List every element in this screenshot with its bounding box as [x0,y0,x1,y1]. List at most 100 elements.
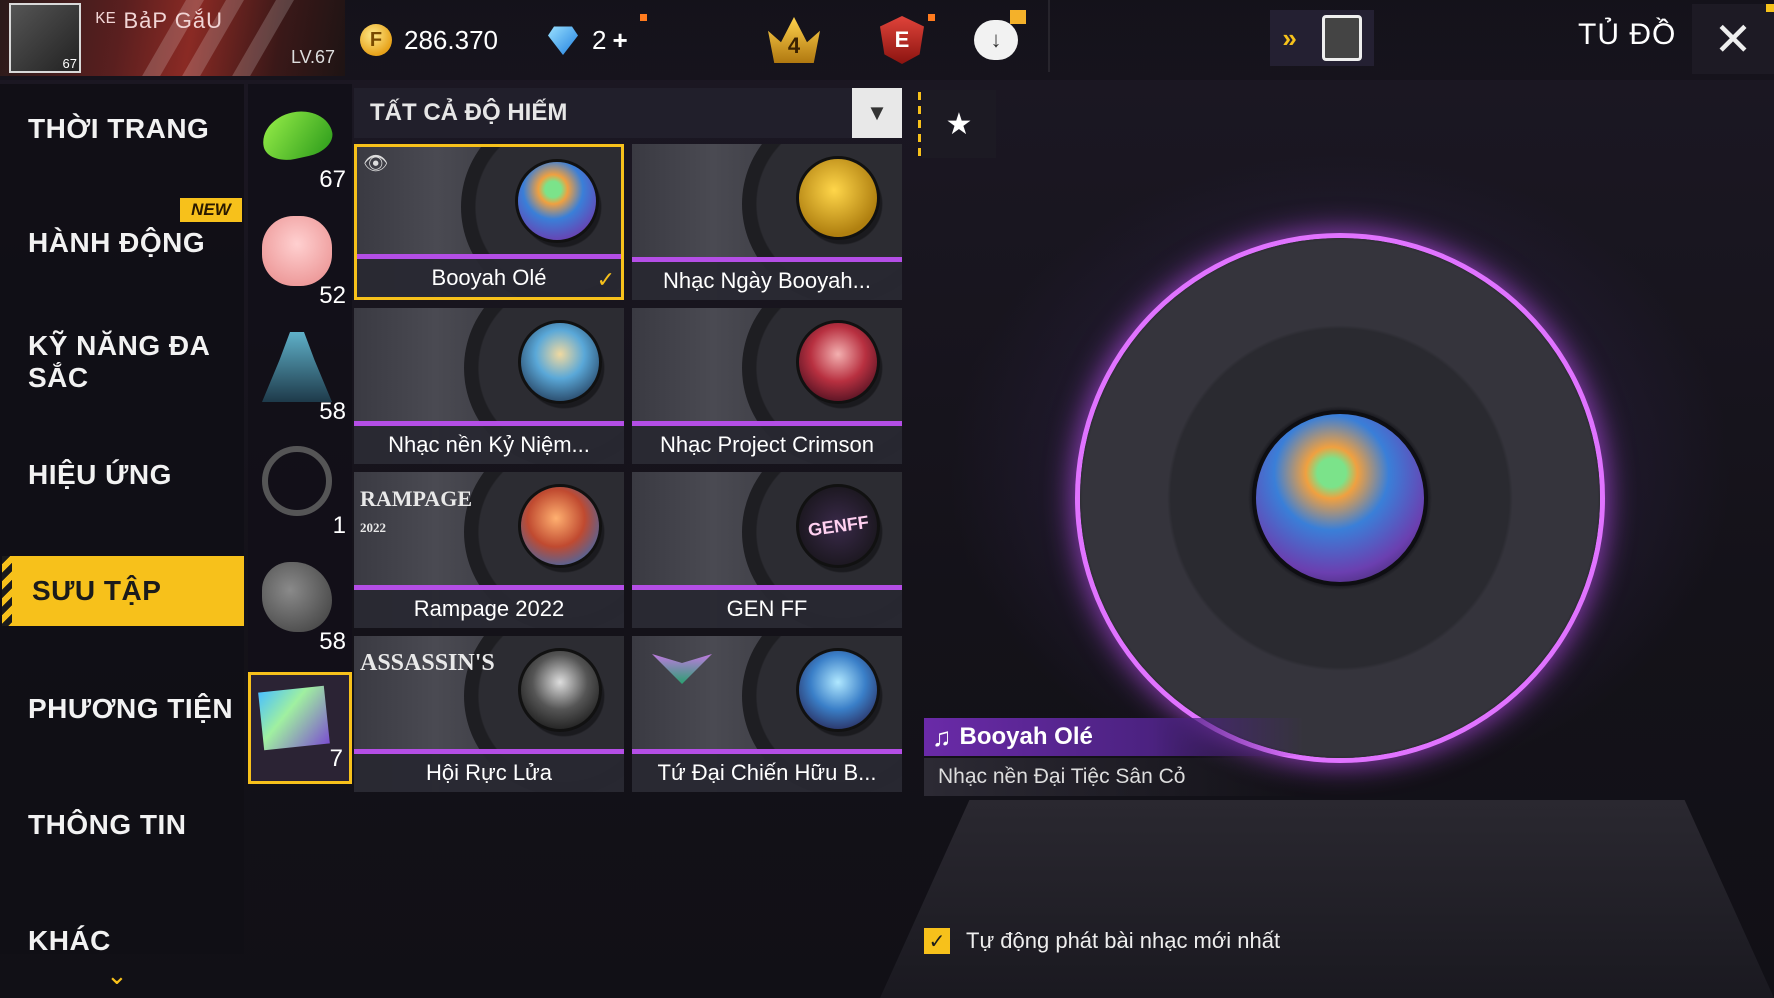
subcategory-item[interactable]: 52 [248,206,352,318]
chevron-down-icon[interactable]: ⌄ [106,960,128,991]
rarity-filter[interactable]: TẤT CẢ ĐỘ HIẾM [354,88,902,138]
divider [1048,0,1050,72]
gold-coin-icon: F [360,24,392,56]
crown-icon: 4 [768,17,820,63]
chevron-down-icon: ▼ [866,100,888,125]
diamond-icon [548,26,578,55]
add-diamond-button[interactable]: + [612,25,627,56]
weapon-ban-icon [262,446,332,516]
autoplay-option[interactable]: ✓ Tự động phát bài nhạc mới nhất [924,928,1280,954]
gold-balance[interactable]: F 286.370 [360,20,498,60]
castle-icon [262,332,332,402]
elite-shield-icon: E [880,16,924,64]
rock-icon [262,562,332,632]
album-cover [796,320,880,404]
pig-pet-icon [262,216,332,286]
music-title: Nhạc Ngày Booyah... [632,262,902,300]
avatar[interactable]: 67 [9,3,81,73]
music-tile[interactable]: Nhạc Ngày Booyah... [632,144,902,300]
menu-item-label: PHƯƠNG TIỆN [28,693,234,724]
subcategory-item[interactable]: 67 [248,90,352,202]
selected-music-info: ♫ Booyah Olé Nhạc nền Đại Tiệc Sân Cỏ [924,718,1304,796]
music-disc-icon [258,685,330,751]
subcategory-count: 58 [319,628,346,655]
music-tile[interactable]: RAMPAGE 2022 Rampage 2022 [354,472,624,628]
album-cover: GENFF [796,484,880,568]
player-card[interactable]: 67 ᴷᴱ BảP GắU LV.67 [0,0,345,76]
album-cover [796,156,880,240]
gift-icon [1010,10,1026,24]
rarity-filter-label: TẤT CẢ ĐỘ HIẾM [370,99,568,126]
music-title: GEN FF [632,590,902,628]
menu-item-label: KHÁC [28,925,111,956]
rampage-logo: RAMPAGE 2022 [360,486,472,538]
close-button[interactable]: ✕ [1692,4,1774,74]
top-bar: 67 ᴷᴱ BảP GắU LV.67 F 286.370 2 + 4 E ↓ … [0,0,1774,80]
preview-platform [880,800,1774,998]
subcategory-list: 67 52 58 1 58 7 [248,84,352,784]
subcategory-item-music[interactable]: 7 [248,672,352,784]
menu-item-vehicles[interactable]: PHƯƠNG TIỆN [0,674,244,744]
subcategory-count: 52 [319,282,346,309]
album-cover [518,320,602,404]
subcategory-item[interactable]: 1 [248,436,352,548]
elite-pass-button[interactable]: E [876,14,928,66]
menu-item-collection[interactable]: SƯU TẬP [2,556,244,626]
music-tile[interactable]: 👁 Booyah Olé ✓ [354,144,624,300]
music-title: Nhạc nền Kỷ Niệm... [354,426,624,464]
subcategory-item[interactable]: 58 [248,322,352,434]
music-grid: 👁 Booyah Olé ✓ Nhạc Ngày Booyah... Nhạc … [354,144,904,792]
music-tile[interactable]: Nhạc nền Kỷ Niệm... [354,308,624,464]
music-tile[interactable]: GENFF GEN FF [632,472,902,628]
autoplay-checkbox[interactable]: ✓ [924,928,950,954]
subcategory-count: 67 [319,166,346,193]
player-level: LV.67 [290,47,335,67]
menu-item-label: SƯU TẬP [32,575,162,606]
rank-badge-button[interactable]: 4 [768,14,820,66]
menu-item-effects[interactable]: HIỆU ỨNG [0,440,244,510]
music-tile[interactable]: ASSASSIN'S Hội Rực Lửa [354,636,624,792]
menu-item-fashion[interactable]: THỜI TRANG [0,94,244,164]
cloud-download-icon: ↓ [974,20,1018,60]
music-title: Tứ Đại Chiến Hữu B... [632,754,902,792]
selected-music-title-bar: ♫ Booyah Olé [924,718,1304,756]
music-tile[interactable]: Nhạc Project Crimson [632,308,902,464]
album-cover [796,648,880,732]
music-title: Hội Rực Lửa [354,754,624,792]
rank-number: 4 [787,33,801,58]
selected-music-subtitle-bar: Nhạc nền Đại Tiệc Sân Cỏ [924,758,1304,796]
album-cover [518,648,602,732]
avatar-level: 67 [62,56,77,71]
star-icon: ★ [945,107,973,141]
double-chevron-icon: » [1282,22,1297,53]
subcategory-item[interactable]: 58 [248,552,352,664]
selected-music-subtitle: Nhạc nền Đại Tiệc Sân Cỏ [938,765,1186,788]
character-portrait-icon [1321,15,1362,61]
menu-item-skills[interactable]: KỸ NĂNG ĐA SẮC [0,312,210,412]
autoplay-label: Tự động phát bài nhạc mới nhất [966,928,1281,953]
rarity-dropdown-button[interactable]: ▼ [852,88,902,138]
music-tile[interactable]: Tứ Đại Chiến Hữu B... [632,636,902,792]
gold-amount: 286.370 [404,24,498,55]
check-icon: ✓ [596,267,615,292]
menu-item-info[interactable]: THÔNG TIN [0,790,244,860]
music-note-icon: ♫ [932,721,952,752]
page-title: TỦ ĐỒ [1578,18,1677,51]
selected-music-title: Booyah Olé [959,723,1093,750]
menu-item-label: KỸ NĂNG ĐA SẮC [28,330,210,393]
player-name: ᴷᴱ BảP GắU [96,8,224,33]
winged-emblem-icon [652,654,712,684]
album-cover [515,159,599,243]
subcategory-count: 1 [332,512,346,539]
music-title: Rampage 2022 [354,590,624,628]
eye-icon: 👁 [363,153,389,175]
music-title: Booyah Olé [357,259,621,297]
favorite-filter-button[interactable]: ★ [918,90,996,158]
assassins-creed-logo: ASSASSIN'S [360,650,495,676]
diamond-balance[interactable]: 2 + [548,20,628,60]
menu-item-label: HÀNH ĐỘNG [28,227,206,258]
switch-character-button[interactable]: » [1270,10,1374,66]
notification-dot [928,14,935,21]
diamond-amount: 2 [592,24,607,55]
menu-item-label: THỜI TRANG [28,113,210,144]
